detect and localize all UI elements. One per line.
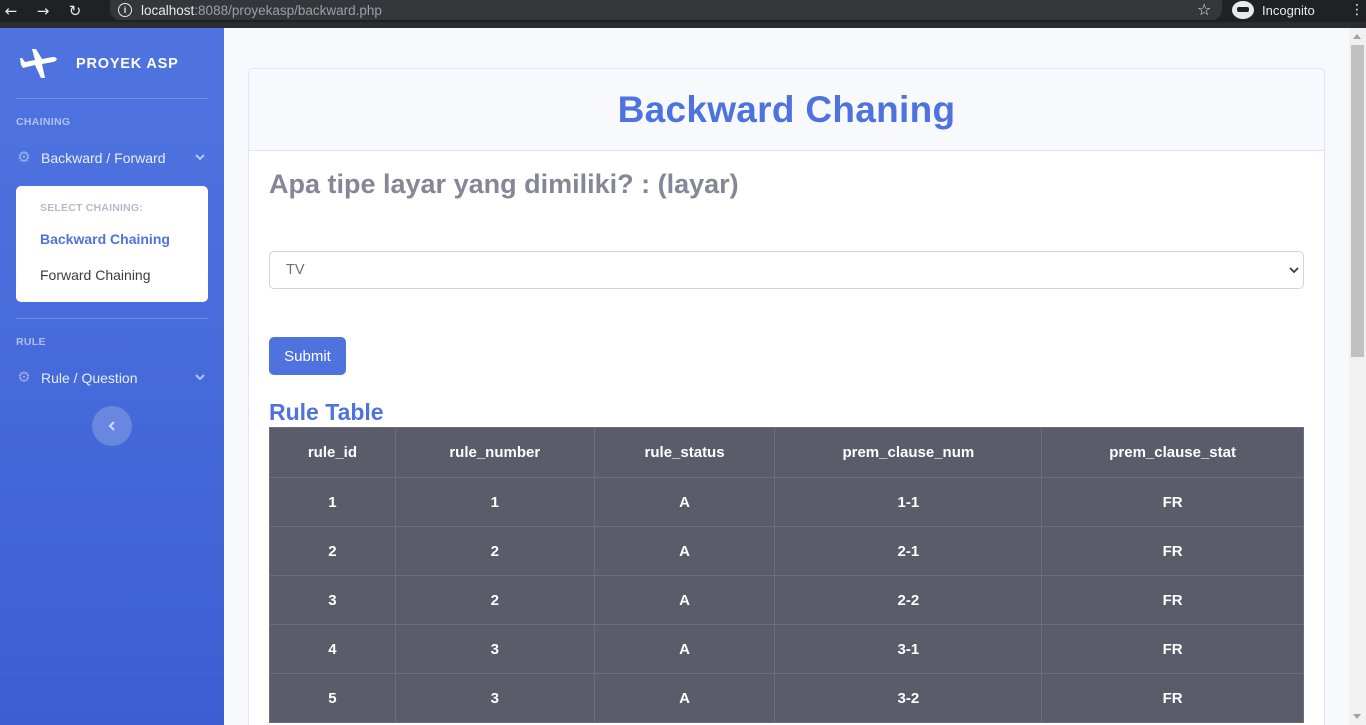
table-cell: A <box>593 526 776 576</box>
submenu-heading: SELECT CHAINING: <box>40 202 143 214</box>
table-cell: 1-1 <box>774 477 1043 527</box>
column-header: prem_clause_num <box>774 427 1043 478</box>
kebab-menu-icon[interactable]: ⋮ <box>1350 0 1364 20</box>
plane-icon <box>20 48 60 80</box>
column-header: rule_id <box>269 427 396 478</box>
sidebar-item-label: Rule / Question <box>41 370 138 386</box>
info-icon[interactable]: i <box>118 3 132 17</box>
table-cell: A <box>593 575 776 625</box>
table-header-row: rule_id rule_number rule_status prem_cla… <box>269 427 1304 478</box>
chevron-down-icon <box>1289 267 1299 274</box>
table-cell: 4 <box>269 624 396 674</box>
page-scrollbar[interactable] <box>1349 28 1366 725</box>
scroll-up-icon[interactable] <box>1353 34 1361 39</box>
table-cell: 3 <box>269 575 396 625</box>
submit-button[interactable]: Submit <box>269 337 346 375</box>
url-path: :8088/proyekasp/backward.php <box>194 2 382 18</box>
column-header: prem_clause_stat <box>1041 427 1304 478</box>
brand-link[interactable]: PROYEK ASP <box>20 46 179 82</box>
incognito-profile[interactable]: Incognito <box>1232 0 1315 20</box>
table-cell: FR <box>1041 477 1304 527</box>
table-cell: 3 <box>394 673 595 723</box>
sidebar-heading-chaining: CHAINING <box>16 116 71 128</box>
address-bar[interactable]: i localhost :8088/proyekasp/backward.php <box>110 0 1222 20</box>
table-cell: 3-2 <box>774 673 1043 723</box>
scroll-down-icon[interactable] <box>1353 714 1361 719</box>
chevron-left-icon <box>108 421 115 431</box>
sidebar-heading-rule: RULE <box>16 336 46 348</box>
browser-toolbar: ← → ↻ i localhost :8088/proyekasp/backwa… <box>0 0 1366 22</box>
sidebar-item-rule-question[interactable]: ⚙ Rule / Question <box>16 366 208 390</box>
url-host: localhost <box>141 2 195 18</box>
table-row: 1 1 A 1-1 FR <box>269 477 1304 527</box>
sidebar-item-backward-forward[interactable]: ⚙ Backward / Forward <box>16 146 208 170</box>
table-cell: 3 <box>394 624 595 674</box>
star-icon[interactable]: ☆ <box>1197 0 1211 20</box>
answer-select[interactable]: TV <box>269 251 1304 289</box>
reload-icon[interactable]: ↻ <box>64 2 86 20</box>
table-cell: A <box>593 624 776 674</box>
table-cell: 2 <box>269 526 396 576</box>
chaining-submenu: SELECT CHAINING: Backward Chaining Forwa… <box>16 186 208 302</box>
backward-chaining-card: Backward Chaning Apa tipe layar yang dim… <box>248 68 1325 725</box>
table-cell: FR <box>1041 575 1304 625</box>
column-header: rule_number <box>394 427 595 478</box>
table-cell: 2-2 <box>774 575 1043 625</box>
chevron-down-icon <box>195 374 205 381</box>
submenu-item-forward-chaining[interactable]: Forward Chaining <box>40 267 151 283</box>
sidebar-item-label: Backward / Forward <box>41 150 166 166</box>
table-cell: 2 <box>394 575 595 625</box>
submenu-item-backward-chaining[interactable]: Backward Chaining <box>40 231 170 247</box>
scrollbar-thumb[interactable] <box>1351 45 1364 357</box>
sidebar-divider <box>16 318 208 319</box>
table-cell: 1 <box>269 477 396 527</box>
table-cell: 2-1 <box>774 526 1043 576</box>
table-cell: A <box>593 673 776 723</box>
rule-table-title: Rule Table <box>269 399 384 425</box>
table-row: 5 3 A 3-2 FR <box>269 673 1304 723</box>
table-row: 4 3 A 3-1 FR <box>269 624 1304 674</box>
question-label: Apa tipe layar yang dimiliki? : (layar) <box>269 169 739 199</box>
table-cell: FR <box>1041 526 1304 576</box>
table-cell: A <box>593 477 776 527</box>
chevron-down-icon <box>195 154 205 161</box>
table-cell: 5 <box>269 673 396 723</box>
table-cell: 2 <box>394 526 595 576</box>
sidebar: PROYEK ASP CHAINING ⚙ Backward / Forward… <box>0 28 224 725</box>
incognito-icon <box>1232 1 1254 19</box>
select-value: TV <box>286 262 305 278</box>
sidebar-toggle-button[interactable] <box>92 406 132 446</box>
gear-icon: ⚙ <box>17 149 31 166</box>
column-header: rule_status <box>593 427 776 478</box>
table-row: 2 2 A 2-1 FR <box>269 526 1304 576</box>
table-row: 3 2 A 2-2 FR <box>269 575 1304 625</box>
table-cell: 1 <box>394 477 595 527</box>
table-cell: FR <box>1041 673 1304 723</box>
profile-label: Incognito <box>1262 2 1315 18</box>
rule-table: rule_id rule_number rule_status prem_cla… <box>269 427 1304 723</box>
page-title: Backward Chaning <box>617 88 956 130</box>
sidebar-divider <box>16 98 208 99</box>
brand-name: PROYEK ASP <box>76 56 179 72</box>
table-cell: FR <box>1041 624 1304 674</box>
gear-icon: ⚙ <box>17 369 31 386</box>
table-cell: 3-1 <box>774 624 1043 674</box>
back-arrow-icon[interactable]: ← <box>0 2 22 20</box>
forward-arrow-icon[interactable]: → <box>32 2 54 20</box>
card-header: Backward Chaning <box>249 69 1324 151</box>
